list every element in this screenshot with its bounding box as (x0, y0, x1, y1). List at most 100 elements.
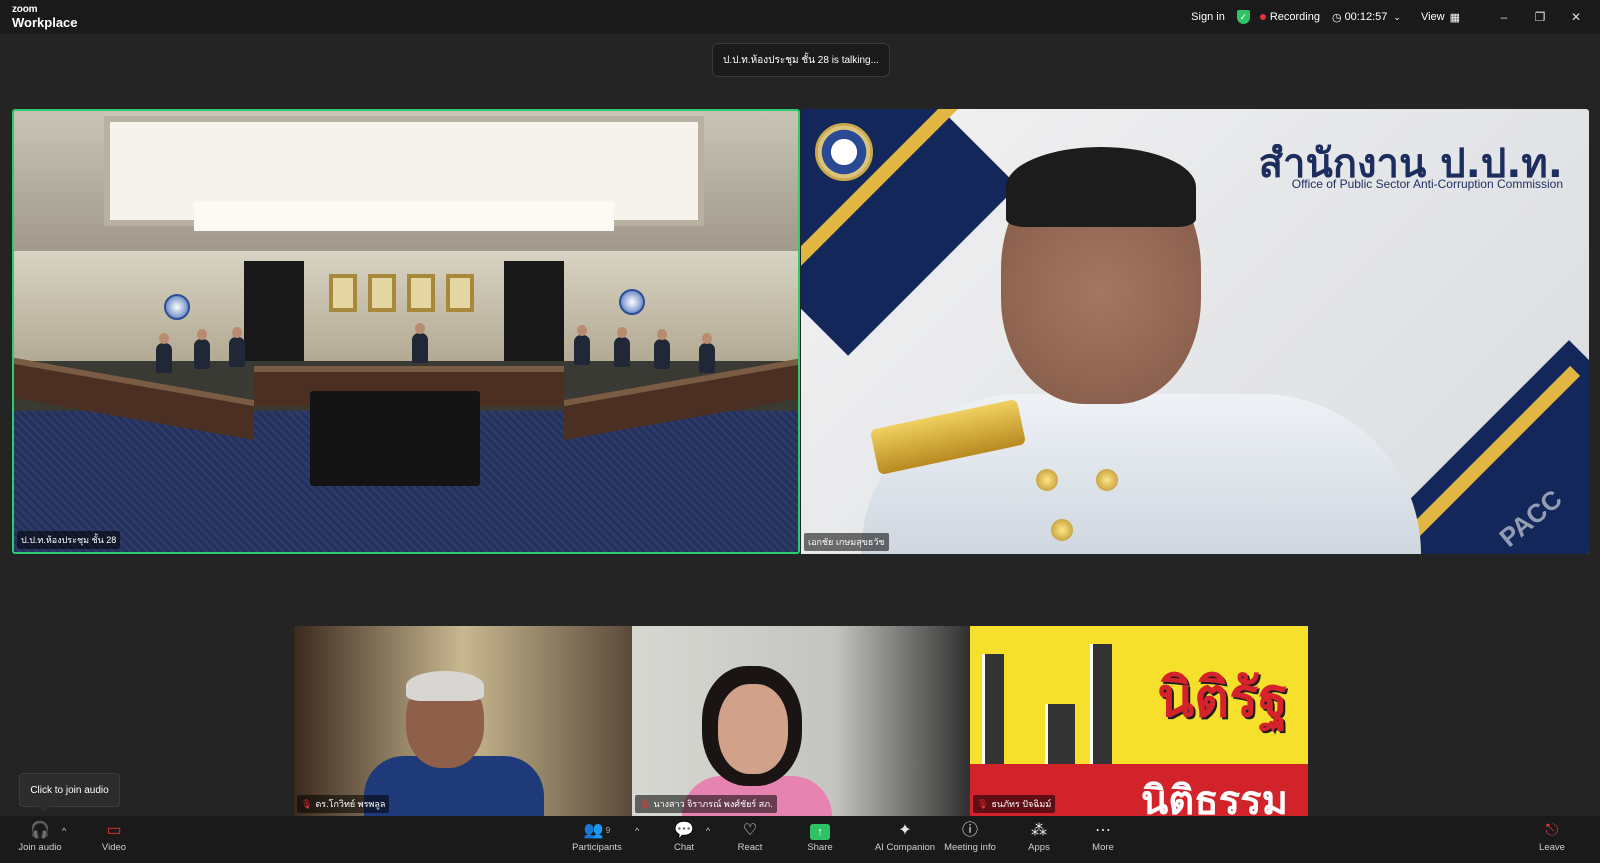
zoom-logo: zoom Workplace (12, 4, 78, 30)
monitor-screen (310, 391, 480, 486)
info-icon: ⓘ (961, 822, 978, 839)
active-speaker-banner: ป.ป.ท.ห้องประชุม ชั้น 28 is talking... (712, 43, 890, 77)
pacc-seal-logo (815, 123, 873, 181)
attendee (699, 333, 715, 373)
active-speaker-text: ป.ป.ท.ห้องประชุม ชั้น 28 is talking... (723, 54, 879, 66)
join-audio-label: Join audio (18, 842, 62, 853)
monument-graphic (1090, 644, 1112, 764)
portrait-frame (368, 274, 396, 312)
attendee (614, 327, 630, 367)
attendee (229, 327, 245, 367)
more-button[interactable]: ⋯ More (1063, 820, 1143, 853)
monument-graphic (982, 654, 1004, 764)
view-label: View (1420, 11, 1445, 23)
more-dots-icon: ⋯ (1095, 822, 1111, 839)
meeting-toolbar: 🎧 Join audio ^ ▭ Video 👥 9 Participants ^… (0, 816, 1600, 863)
participant-name-label: 🎙 ธนภัทร ปัจฉิมม์ (973, 795, 1056, 813)
timer-value: 00:12:57 (1344, 11, 1388, 23)
emblem-icon (164, 294, 190, 320)
recording-indicator[interactable]: Recording (1259, 11, 1320, 23)
logo-workplace-text: Workplace (12, 15, 78, 30)
participant-name-label: 🎙 นางสาว จิราภรณ์ พงศ์ชัยร์ สภ. (635, 795, 777, 813)
join-audio-tooltip: Click to join audio (19, 773, 120, 812)
participant-face (718, 684, 788, 774)
chevron-down-icon: ⌄ (1393, 11, 1401, 22)
recording-label: Recording (1269, 11, 1320, 23)
officer-hair (1006, 147, 1196, 227)
share-screen-icon: ↑ (780, 820, 860, 842)
video-tile-participant[interactable]: 🎙 ดร.โกวิทย์ พรพลูล (294, 626, 632, 816)
attendee (412, 323, 428, 363)
video-tile-participant[interactable]: 🎙 นางสาว จิราภรณ์ พงศ์ชัยร์ สภ. (632, 626, 970, 816)
video-label: Video (101, 842, 127, 853)
participants-button[interactable]: 👥 9 Participants (557, 820, 637, 853)
participant-name-label: 🎙 ดร.โกวิทย์ พรพลูล (297, 795, 390, 813)
logo-zoom-text: zoom (12, 4, 38, 15)
attendee (654, 329, 670, 369)
ai-companion-label: AI Companion (874, 842, 936, 853)
portrait-frame (329, 274, 357, 312)
attendee (156, 333, 172, 373)
video-tile-participant[interactable]: นิติรัฐ นิติธรรม 🎙 ธนภัทร ปัจฉิมม์ (970, 626, 1308, 816)
react-label: React (737, 842, 763, 853)
chat-label: Chat (673, 842, 695, 853)
meeting-timer[interactable]: ◷ 00:12:57 ⌄ (1332, 11, 1401, 24)
video-off-icon: ▭ (106, 822, 122, 839)
video-button[interactable]: ▭ Video (74, 820, 154, 853)
mic-muted-icon: 🎙 (639, 799, 651, 809)
attendee (574, 325, 590, 365)
poster-headline: นิติรัฐ (1157, 666, 1288, 729)
pacc-subtitle: Office of Public Sector Anti-Corruption … (1291, 177, 1563, 191)
back-wall (14, 251, 798, 361)
share-button[interactable]: ↑ Share (780, 820, 860, 853)
encryption-shield-icon[interactable]: ✓ (1236, 10, 1250, 24)
title-bar: zoom Workplace Sign in ✓ Recording ◷ 00:… (0, 0, 1600, 34)
mic-muted-icon: 🎙 (301, 799, 313, 809)
meeting-info-button[interactable]: ⓘ Meeting info (930, 820, 1010, 853)
participants-count: 9 (605, 826, 611, 835)
emblem-icon (619, 289, 645, 315)
participant-name-label: ป.ป.ท.ห้องประชุม ชั้น 28 (17, 531, 121, 549)
uniform-button (1036, 469, 1058, 491)
share-label: Share (807, 842, 833, 853)
participants-options-chevron-icon[interactable]: ^ (635, 826, 639, 836)
apps-label: Apps (1028, 842, 1050, 853)
clock-icon: ◷ (1331, 11, 1342, 24)
participant-name: ธนภัทร ปัจฉิมม์ (991, 799, 1052, 809)
video-tile-conference-room[interactable]: ป.ป.ท.ห้องประชุม ชั้น 28 (12, 109, 800, 554)
wall-panel (504, 261, 564, 361)
leave-icon: ⎋ (1545, 822, 1559, 839)
poster-subline: นิติธรรม (1140, 778, 1288, 816)
portrait-frame (407, 274, 435, 312)
participant-name: ดร.โกวิทย์ พรพลูล (315, 799, 386, 809)
participants-label: Participants (572, 842, 622, 853)
close-window-button[interactable]: ✕ (1558, 10, 1594, 24)
sign-in-label: Sign in (1191, 11, 1225, 23)
participant-name: นางสาว จิราภรณ์ พงศ์ชัยร์ สภ. (653, 799, 773, 809)
join-audio-button[interactable]: 🎧 Join audio (0, 820, 80, 853)
participant-name-label: เอกชัย เกษมสุขธวัช (804, 533, 889, 551)
leave-label: Leave (1539, 842, 1565, 853)
meeting-info-label: Meeting info (944, 842, 996, 853)
video-tile-officer[interactable]: สำนักงาน ป.ป.ท. Office of Public Sector … (801, 109, 1589, 554)
headphones-icon: 🎧 (30, 822, 50, 839)
attendee (194, 329, 210, 369)
participants-icon: 👥 9 (583, 822, 611, 839)
ceiling-light (194, 201, 614, 231)
participant-hair (406, 671, 484, 701)
more-label: More (1092, 842, 1114, 853)
wall-panel (244, 261, 304, 361)
audio-options-chevron-icon[interactable]: ^ (62, 826, 66, 836)
grid-view-icon: ▦ (1449, 11, 1460, 24)
portrait-frame (446, 274, 474, 312)
tooltip-text: Click to join audio (30, 784, 109, 796)
restore-button[interactable]: ❐ (1522, 10, 1558, 24)
leave-button[interactable]: ⎋ Leave (1522, 820, 1582, 853)
heart-icon: ♡ (742, 822, 758, 839)
uniform-button (1096, 469, 1118, 491)
minimize-button[interactable]: – (1486, 10, 1522, 24)
react-button[interactable]: ♡ React (710, 820, 790, 853)
view-button[interactable]: View ▦ (1421, 11, 1460, 24)
sign-in-button[interactable]: Sign in (1191, 11, 1225, 23)
mic-muted-icon: 🎙 (977, 799, 989, 809)
